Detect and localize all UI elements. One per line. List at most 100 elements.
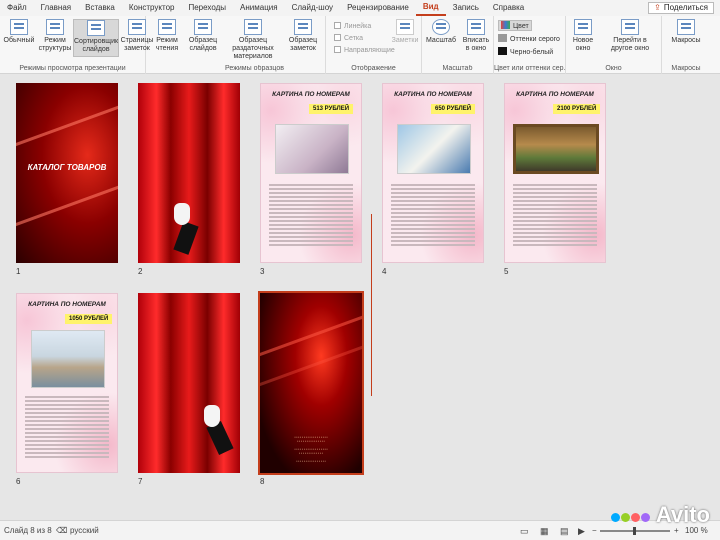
menu-animations[interactable]: Анимация bbox=[233, 0, 285, 16]
logo-dot bbox=[630, 513, 640, 522]
zoom-slider-thumb[interactable] bbox=[633, 527, 636, 535]
outline-view-button[interactable]: Режим структуры bbox=[38, 19, 72, 53]
catalog-title: КАТАЛОГ ТОВАРОВ bbox=[27, 163, 107, 172]
color-option-grayscale[interactable]: Оттенки серого bbox=[498, 34, 560, 43]
notes-button[interactable]: Заметки bbox=[390, 19, 420, 45]
normal-view-button[interactable]: Обычный bbox=[2, 19, 36, 45]
guides-checkbox-box bbox=[334, 46, 341, 53]
switch-windows-label: Перейти в другое окно bbox=[610, 37, 650, 52]
product-title: КАРТИНА ПО НОМЕРАМ bbox=[516, 91, 594, 98]
color-option-color[interactable]: Цвет bbox=[498, 20, 532, 31]
reading-view-icon bbox=[158, 19, 176, 35]
ruler-label: Линейка bbox=[344, 23, 372, 30]
share-label: Поделиться bbox=[663, 3, 708, 12]
fit-window-button[interactable]: Вписать в окно bbox=[460, 19, 492, 53]
notes-label: Заметки bbox=[391, 37, 419, 44]
menu-insert[interactable]: Вставка bbox=[78, 0, 122, 16]
light-streak bbox=[16, 97, 118, 152]
price-badge: 650 РУБЛЕЙ bbox=[431, 104, 476, 114]
handout-master-button[interactable]: Образец раздаточных материалов bbox=[222, 19, 284, 61]
sorter-view-status-icon[interactable]: ▦ bbox=[540, 526, 549, 537]
normal-view-icon bbox=[10, 19, 28, 35]
macros-button[interactable]: Макросы bbox=[666, 19, 706, 45]
menu-transitions[interactable]: Переходы bbox=[181, 0, 233, 16]
menu-home[interactable]: Главная bbox=[34, 0, 78, 16]
menu-view[interactable]: Вид bbox=[415, 0, 446, 16]
notes-master-button[interactable]: Образец заметок bbox=[286, 19, 320, 53]
notes-page-icon bbox=[128, 19, 146, 35]
guides-checkbox[interactable]: Направляющие bbox=[334, 46, 395, 54]
bw-option-label: Черно-белый bbox=[510, 49, 554, 56]
watermark-text: Avito bbox=[655, 502, 710, 527]
grid-checkbox-box bbox=[334, 34, 341, 41]
menu-design[interactable]: Конструктор bbox=[122, 0, 182, 16]
spellcheck-icon[interactable]: ⌫ bbox=[56, 526, 67, 535]
zoom-slider[interactable] bbox=[600, 527, 670, 535]
group-color: Цвет Оттенки серого Черно-белый Цвет или… bbox=[494, 16, 566, 74]
zoom-button[interactable]: Масштаб bbox=[424, 19, 458, 45]
reading-view-status-icon[interactable]: ▤ bbox=[560, 526, 569, 537]
new-window-button[interactable]: Новое окно bbox=[568, 19, 598, 53]
normal-view-label: Обычный bbox=[3, 37, 35, 44]
slide-thumbnail-7[interactable] bbox=[138, 293, 240, 473]
menu-review[interactable]: Рецензирование bbox=[340, 0, 416, 16]
menu-record[interactable]: Запись bbox=[446, 0, 486, 16]
product-photo bbox=[397, 124, 471, 174]
group-macros: Макросы Макросы bbox=[662, 16, 710, 74]
zoom-out-icon[interactable]: − bbox=[592, 526, 597, 535]
slide-thumbnail-1[interactable]: КАТАЛОГ ТОВАРОВ bbox=[16, 83, 118, 263]
slide-thumbnail-5[interactable]: КАРТИНА ПО НОМЕРАМ 2100 РУБЛЕЙ bbox=[504, 83, 606, 263]
share-icon: ⇪ bbox=[654, 3, 661, 12]
group-zoom: Масштаб Вписать в окно Масштаб bbox=[422, 16, 494, 74]
language-indicator[interactable]: русский bbox=[70, 526, 99, 535]
new-window-icon bbox=[574, 19, 592, 35]
contacts-text: • • • • • • • • • • • • • • • • • • • • •… bbox=[294, 435, 328, 463]
menu-help[interactable]: Справка bbox=[486, 0, 531, 16]
slide-master-icon bbox=[194, 19, 212, 35]
color-option-bw[interactable]: Черно-белый bbox=[498, 47, 553, 56]
color-option-label: Цвет bbox=[513, 23, 529, 30]
slideshow-status-icon[interactable]: ▶ bbox=[578, 526, 585, 537]
notes-page-label: Страницы заметок bbox=[120, 37, 154, 52]
ruler-checkbox-box bbox=[334, 22, 341, 29]
arm-image bbox=[173, 221, 199, 255]
slide-number: 5 bbox=[504, 267, 509, 276]
product-photo bbox=[513, 124, 599, 174]
notes-master-label: Образец заметок bbox=[288, 37, 318, 52]
slide-master-button[interactable]: Образец слайдов bbox=[186, 19, 220, 53]
logo-dot bbox=[640, 513, 650, 522]
notes-page-button[interactable]: Страницы заметок bbox=[120, 19, 154, 53]
macros-label: Макросы bbox=[671, 37, 701, 44]
product-description bbox=[25, 396, 109, 460]
outline-view-label: Режим структуры bbox=[38, 37, 72, 52]
slide-thumbnail-3[interactable]: КАРТИНА ПО НОМЕРАМ 513 РУБЛЕЙ bbox=[260, 83, 362, 263]
light-streak bbox=[16, 177, 118, 232]
product-title: КАРТИНА ПО НОМЕРАМ bbox=[394, 91, 472, 98]
reading-view-button[interactable]: Режим чтения bbox=[152, 19, 182, 53]
share-button[interactable]: ⇪ Поделиться bbox=[648, 2, 714, 14]
slide-thumbnail-8[interactable]: • • • • • • • • • • • • • • • • • • • • •… bbox=[258, 291, 364, 475]
glove-image bbox=[204, 405, 220, 427]
new-window-label: Новое окно bbox=[572, 37, 594, 52]
slide-thumbnail-2[interactable] bbox=[138, 83, 240, 263]
menu-slideshow[interactable]: Слайд-шоу bbox=[285, 0, 340, 16]
slide-number: 4 bbox=[382, 267, 387, 276]
slide-counter: Слайд 8 из 8 bbox=[4, 526, 52, 535]
group-label-master-views: Режимы образцов bbox=[225, 65, 284, 72]
menu-bar: Файл Главная Вставка Конструктор Переход… bbox=[0, 0, 720, 16]
grid-label: Сетка bbox=[344, 35, 364, 42]
handout-master-icon bbox=[244, 19, 262, 35]
ribbon: Обычный Режим структуры Сортировщик слай… bbox=[0, 16, 720, 74]
menu-file[interactable]: Файл bbox=[0, 0, 34, 16]
price-badge: 513 РУБЛЕЙ bbox=[309, 104, 354, 114]
reading-view-label: Режим чтения bbox=[155, 37, 179, 52]
grid-checkbox[interactable]: Сетка bbox=[334, 34, 363, 42]
ruler-checkbox[interactable]: Линейка bbox=[334, 22, 371, 30]
slide-thumbnail-6[interactable]: КАРТИНА ПО НОМЕРАМ 1050 РУБЛЕЙ bbox=[16, 293, 118, 473]
slide-thumbnail-4[interactable]: КАРТИНА ПО НОМЕРАМ 650 РУБЛЕЙ bbox=[382, 83, 484, 263]
group-label-color: Цвет или оттенки сер... bbox=[494, 65, 565, 72]
macros-icon bbox=[677, 19, 695, 35]
switch-windows-button[interactable]: Перейти в другое окно bbox=[602, 19, 658, 53]
normal-view-status-icon[interactable]: ▭ bbox=[520, 526, 529, 537]
slide-sorter-button[interactable]: Сортировщик слайдов bbox=[73, 19, 119, 57]
